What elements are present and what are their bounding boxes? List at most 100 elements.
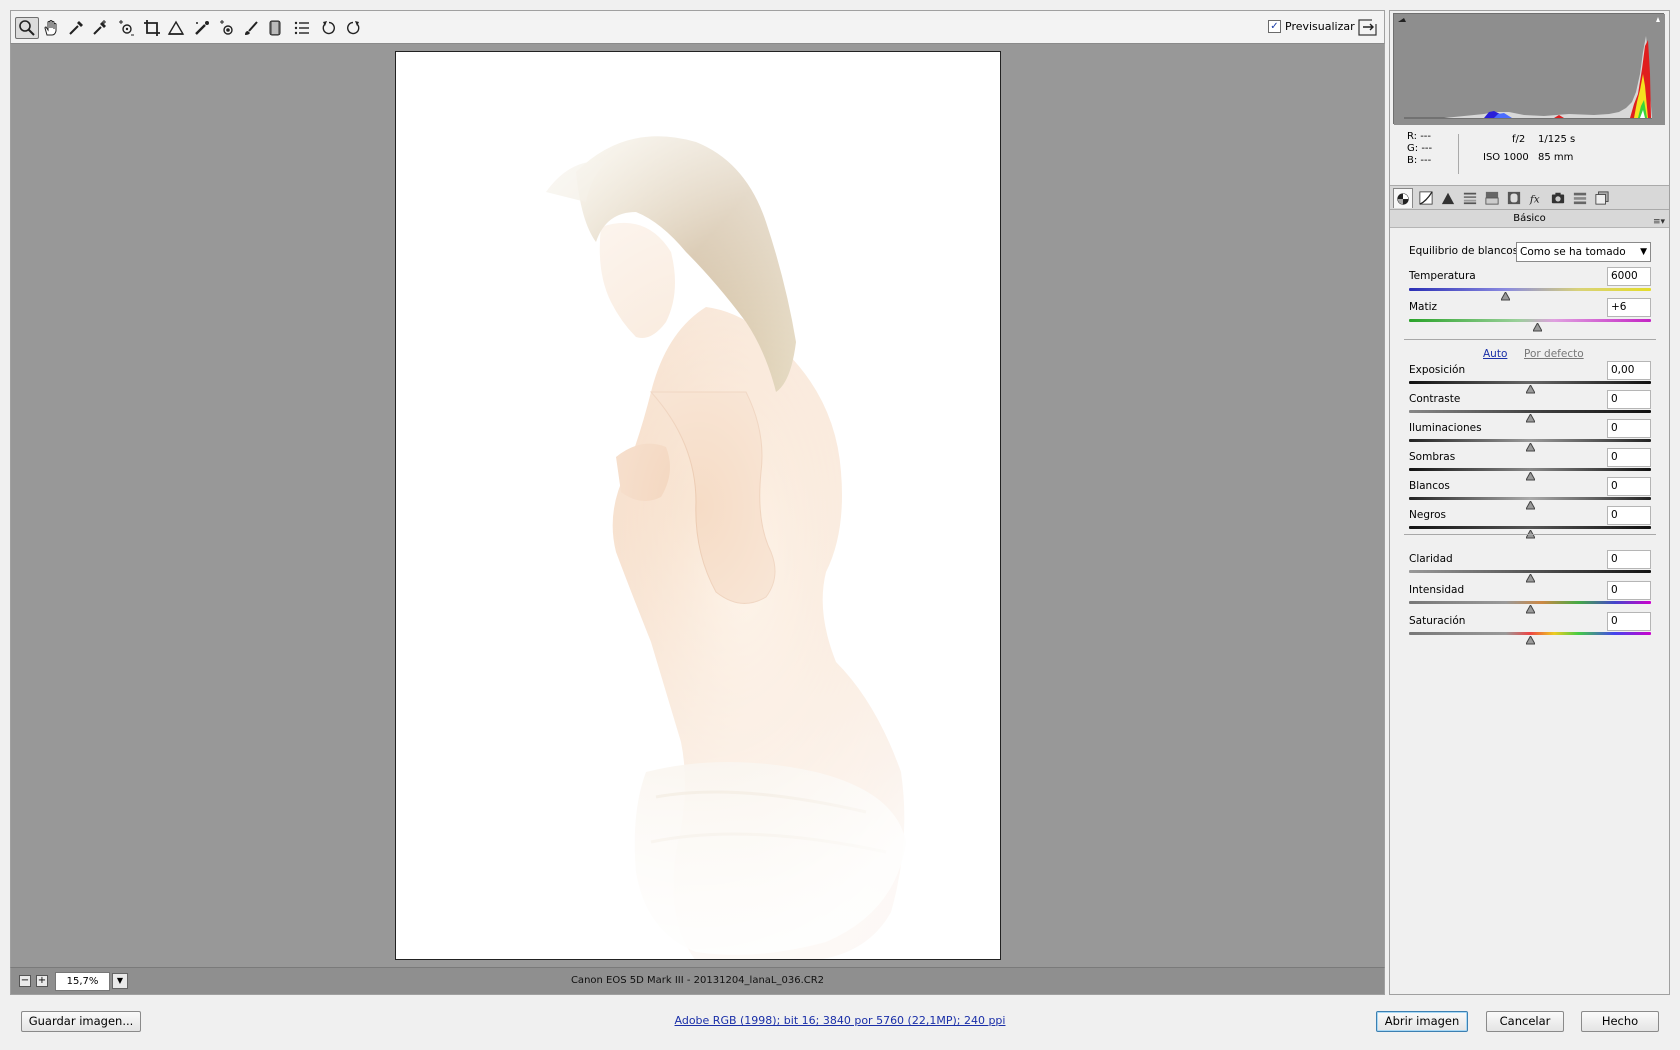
tint-slider[interactable] <box>1409 319 1651 322</box>
slider-track[interactable] <box>1409 526 1651 529</box>
camera-calibration-icon[interactable] <box>1548 188 1568 208</box>
slider-thumb[interactable] <box>1525 472 1535 481</box>
preview-label: Previsualizar <box>1285 20 1355 33</box>
tool-bar: ✓ Previsualizar <box>10 10 1385 44</box>
panel-tabs: fx <box>1390 185 1669 210</box>
slider-label: Contraste <box>1409 393 1461 405</box>
slider-label: Saturación <box>1409 615 1466 627</box>
slider-value-field[interactable]: 0 <box>1607 477 1651 496</box>
tone-curve-icon[interactable] <box>1416 188 1436 208</box>
open-image-button[interactable]: Abrir imagen <box>1376 1011 1468 1032</box>
basic-icon[interactable] <box>1393 188 1413 208</box>
histogram <box>1393 13 1665 125</box>
lens-corrections-icon[interactable] <box>1504 188 1524 208</box>
straighten-icon[interactable] <box>164 17 188 39</box>
temperature-field[interactable]: 6000 <box>1607 267 1651 286</box>
divider <box>1404 534 1656 535</box>
slider-track[interactable] <box>1409 632 1651 635</box>
slider-value-field[interactable]: 0 <box>1607 390 1651 409</box>
shutter-speed: 1/125 s <box>1538 134 1576 145</box>
preview-checkbox[interactable]: ✓ <box>1268 20 1281 33</box>
slider-thumb[interactable] <box>1525 605 1535 614</box>
detail-icon[interactable] <box>1438 188 1458 208</box>
slider-label: Claridad <box>1409 553 1453 565</box>
spot-removal-icon[interactable] <box>190 17 214 39</box>
b-label: B: <box>1407 155 1418 166</box>
targeted-adjustment-icon[interactable] <box>114 17 138 39</box>
image-canvas[interactable] <box>10 44 1385 967</box>
g-label: G: <box>1407 143 1419 154</box>
slider-value-field[interactable]: 0 <box>1607 550 1651 569</box>
photo-image <box>396 52 1000 959</box>
g-value: --- <box>1421 143 1433 154</box>
slider-thumb[interactable] <box>1525 501 1535 510</box>
effects-icon[interactable]: fx <box>1526 188 1546 208</box>
slider-track[interactable] <box>1409 381 1651 384</box>
list-icon[interactable] <box>290 17 314 39</box>
cancel-button[interactable]: Cancelar <box>1486 1011 1564 1032</box>
tint-field[interactable]: +6 <box>1607 298 1651 317</box>
slider-thumb[interactable] <box>1525 636 1535 645</box>
tint-thumb[interactable] <box>1532 323 1542 332</box>
divider <box>1404 339 1656 340</box>
slider-value-field[interactable]: 0 <box>1607 419 1651 438</box>
status-bar: − + 15,7% ▼ Canon EOS 5D Mark III - 2013… <box>10 967 1385 995</box>
slider-thumb[interactable] <box>1525 414 1535 423</box>
adjustment-brush-icon[interactable] <box>239 17 263 39</box>
slider-thumb[interactable] <box>1525 385 1535 394</box>
rotate-right-icon[interactable] <box>341 17 365 39</box>
slider-track[interactable] <box>1409 410 1651 413</box>
temperature-slider[interactable] <box>1409 288 1651 291</box>
aperture: f/2 <box>1512 134 1526 145</box>
slider-track[interactable] <box>1409 439 1651 442</box>
color-sampler-icon[interactable] <box>88 17 112 39</box>
file-info: Canon EOS 5D Mark III - 20131204_lanaL_0… <box>570 975 825 986</box>
slider-value-field[interactable]: 0 <box>1607 612 1651 631</box>
auto-link[interactable]: Auto <box>1483 348 1507 360</box>
slider-value-field[interactable]: 0 <box>1607 581 1651 600</box>
split-toning-icon[interactable] <box>1482 188 1502 208</box>
slider-label: Intensidad <box>1409 584 1465 596</box>
slider-value-field[interactable]: 0,00 <box>1607 361 1651 380</box>
slider-track[interactable] <box>1409 601 1651 604</box>
slider-value-field[interactable]: 0 <box>1607 448 1651 467</box>
crop-icon[interactable] <box>140 17 164 39</box>
graduated-filter-icon[interactable] <box>263 17 287 39</box>
slider-label: Exposición <box>1409 364 1466 376</box>
svg-text:fx: fx <box>1529 193 1540 205</box>
white-balance-icon[interactable] <box>64 17 88 39</box>
temperature-thumb[interactable] <box>1501 292 1511 301</box>
photo-preview[interactable] <box>395 51 1001 960</box>
slider-label: Blancos <box>1409 480 1450 492</box>
iso: ISO 1000 <box>1483 152 1529 163</box>
default-link[interactable]: Por defecto <box>1524 348 1584 360</box>
temperature-label: Temperatura <box>1409 270 1476 282</box>
slider-track[interactable] <box>1409 570 1651 573</box>
zoom-icon[interactable] <box>15 17 39 39</box>
white-balance-value: Como se ha tomado <box>1520 246 1626 258</box>
slider-label: Iluminaciones <box>1409 422 1482 434</box>
tint-label: Matiz <box>1409 301 1438 313</box>
hand-icon[interactable] <box>39 17 63 39</box>
slider-value-field[interactable]: 0 <box>1607 506 1651 525</box>
rotate-left-icon[interactable] <box>317 17 341 39</box>
white-balance-select[interactable]: Como se ha tomado ▼ <box>1516 242 1651 262</box>
preview-toggle[interactable]: ✓ Previsualizar <box>1268 20 1355 33</box>
done-button[interactable]: Hecho <box>1581 1011 1659 1032</box>
b-value: --- <box>1420 155 1432 166</box>
focal-length: 85 mm <box>1538 152 1574 163</box>
r-label: R: <box>1407 131 1418 142</box>
slider-track[interactable] <box>1409 468 1651 471</box>
hsl-icon[interactable] <box>1460 188 1480 208</box>
presets-icon[interactable] <box>1570 188 1590 208</box>
slider-thumb[interactable] <box>1525 443 1535 452</box>
chevron-down-icon: ▼ <box>1640 247 1647 257</box>
slider-label: Sombras <box>1409 451 1456 463</box>
r-value: --- <box>1420 131 1432 142</box>
slider-label: Negros <box>1409 509 1446 521</box>
fullscreen-icon[interactable] <box>1357 17 1379 39</box>
slider-track[interactable] <box>1409 497 1651 500</box>
red-eye-icon[interactable] <box>215 17 239 39</box>
snapshots-icon[interactable] <box>1592 188 1612 208</box>
slider-thumb[interactable] <box>1525 574 1535 583</box>
